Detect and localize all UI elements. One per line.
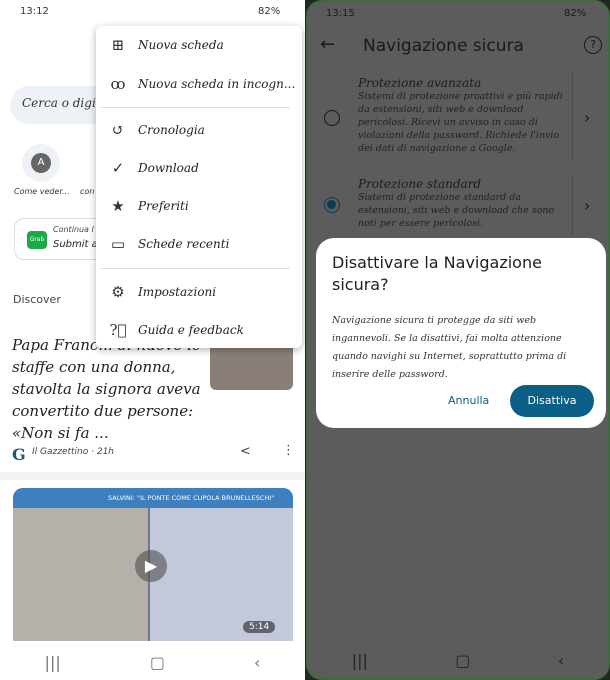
menu-item-help[interactable]: ?⃝ Guida e feedback: [96, 312, 302, 348]
menu-item-history[interactable]: ↺ Cronologia: [96, 112, 302, 148]
menu-label: Cronologia: [138, 123, 205, 137]
article-source: Il Gazzettino · 21h: [32, 447, 114, 457]
radio-advanced[interactable]: [324, 110, 340, 126]
option-advanced[interactable]: Protezione avanzata Sistemi di protezion…: [358, 76, 566, 155]
divider: [0, 472, 305, 480]
status-battery: 82%: [564, 8, 587, 19]
option-desc: Sistemi di protezione proattivi e più ra…: [358, 91, 563, 154]
android-nav-bar: ||| ▢ ‹: [0, 644, 305, 680]
menu-item-recent-tabs[interactable]: ▭ Schede recenti: [96, 226, 302, 262]
article-title[interactable]: Papa Franc... di nuovo le staffe con una…: [12, 334, 202, 444]
page-title: Navigazione sicura: [363, 36, 524, 56]
menu-label: Nuova scheda: [138, 38, 224, 52]
menu-label: Preferiti: [138, 199, 189, 213]
recents-icon[interactable]: |||: [45, 653, 61, 672]
menu-item-settings[interactable]: ⚙ Impostazioni: [96, 274, 302, 310]
gear-icon: ⚙: [111, 283, 125, 301]
menu-label: Guida e feedback: [138, 323, 244, 337]
shortcut-tile[interactable]: A: [22, 144, 60, 182]
android-nav-bar: ||| ▢ ‹: [308, 642, 608, 678]
shortcut-label: Come veder...: [14, 187, 70, 196]
card-title: Continua l: [53, 225, 94, 234]
home-icon[interactable]: ▢: [150, 653, 165, 672]
option-title: Protezione standard: [358, 177, 482, 191]
home-icon[interactable]: ▢: [455, 651, 470, 670]
option-standard[interactable]: Protezione standard Sistemi di protezion…: [358, 177, 566, 230]
discover-heading: Discover: [13, 293, 61, 306]
menu-item-incognito[interactable]: ꝏ Nuova scheda in incogn...: [96, 66, 302, 102]
play-icon[interactable]: ▶: [135, 550, 167, 582]
chevron-right-icon[interactable]: ›: [584, 196, 590, 215]
shortcut-label: con: [80, 187, 95, 196]
video-card[interactable]: SALVINI: "IL PONTE COME CUPOLA BRUNELLES…: [13, 488, 293, 641]
back-arrow-icon[interactable]: ←: [320, 34, 335, 55]
menu-item-download[interactable]: ✓ Download: [96, 150, 302, 186]
dialog-title: Disattivare la Navigazione sicura?: [332, 253, 542, 294]
divider: [572, 74, 573, 160]
status-time: 13:15: [326, 8, 355, 19]
video-duration: 5:14: [243, 621, 276, 633]
safe-browsing-screen: 13:15 82% ← Navigazione sicura ? Protezi…: [306, 0, 610, 680]
disable-button[interactable]: Disattiva: [510, 385, 594, 417]
plus-box-icon: ⊞: [111, 36, 125, 54]
menu-item-new-tab[interactable]: ⊞ Nuova scheda: [96, 27, 302, 63]
devices-icon: ▭: [110, 235, 126, 253]
video-banner: SALVINI: "IL PONTE COME CUPOLA BRUNELLES…: [13, 488, 293, 508]
download-icon: ✓: [111, 159, 125, 177]
history-icon: ↺: [111, 121, 125, 139]
help-icon: ?⃝: [109, 321, 127, 339]
shortcut-avatar: A: [31, 153, 51, 173]
more-vert-icon[interactable]: ⋮: [282, 443, 295, 458]
status-time: 13:12: [20, 6, 49, 17]
divider: [572, 176, 573, 236]
option-desc: Sistemi di protezione standard da estens…: [358, 192, 555, 229]
chevron-right-icon[interactable]: ›: [584, 108, 590, 127]
menu-label: Schede recenti: [138, 237, 230, 251]
option-title: Protezione avanzata: [358, 76, 482, 90]
grab-app-icon: Grab: [27, 231, 47, 249]
incognito-icon: ꝏ: [110, 75, 126, 93]
menu-item-bookmarks[interactable]: ★ Preferiti: [96, 188, 302, 224]
card-subtitle: Submit a: [53, 239, 98, 250]
menu-divider: [100, 268, 290, 269]
recents-icon[interactable]: |||: [352, 651, 368, 670]
disable-dialog: Disattivare la Navigazione sicura? Navig…: [316, 238, 606, 428]
menu-label: Impostazioni: [138, 285, 217, 299]
chrome-new-tab-screen: 13:12 82% Cerca o digit A Come veder... …: [0, 0, 305, 680]
overflow-menu: ⊞ Nuova scheda ꝏ Nuova scheda in incogn...…: [96, 26, 302, 348]
back-icon[interactable]: ‹: [254, 653, 260, 672]
dialog-body: Navigazione sicura ti protegge da siti w…: [332, 315, 567, 380]
help-icon[interactable]: ?: [584, 36, 602, 54]
status-battery: 82%: [258, 6, 281, 17]
gazzettino-logo-icon: G: [12, 445, 26, 464]
radio-standard[interactable]: [324, 197, 340, 213]
menu-label: Nuova scheda in incogn...: [138, 77, 296, 91]
video-frame-left: [13, 508, 148, 641]
star-icon: ★: [111, 197, 125, 215]
share-icon[interactable]: <: [240, 444, 251, 459]
menu-label: Download: [138, 161, 199, 175]
cancel-button[interactable]: Annulla: [448, 394, 489, 407]
back-icon[interactable]: ‹: [558, 651, 564, 670]
menu-divider: [100, 107, 290, 108]
